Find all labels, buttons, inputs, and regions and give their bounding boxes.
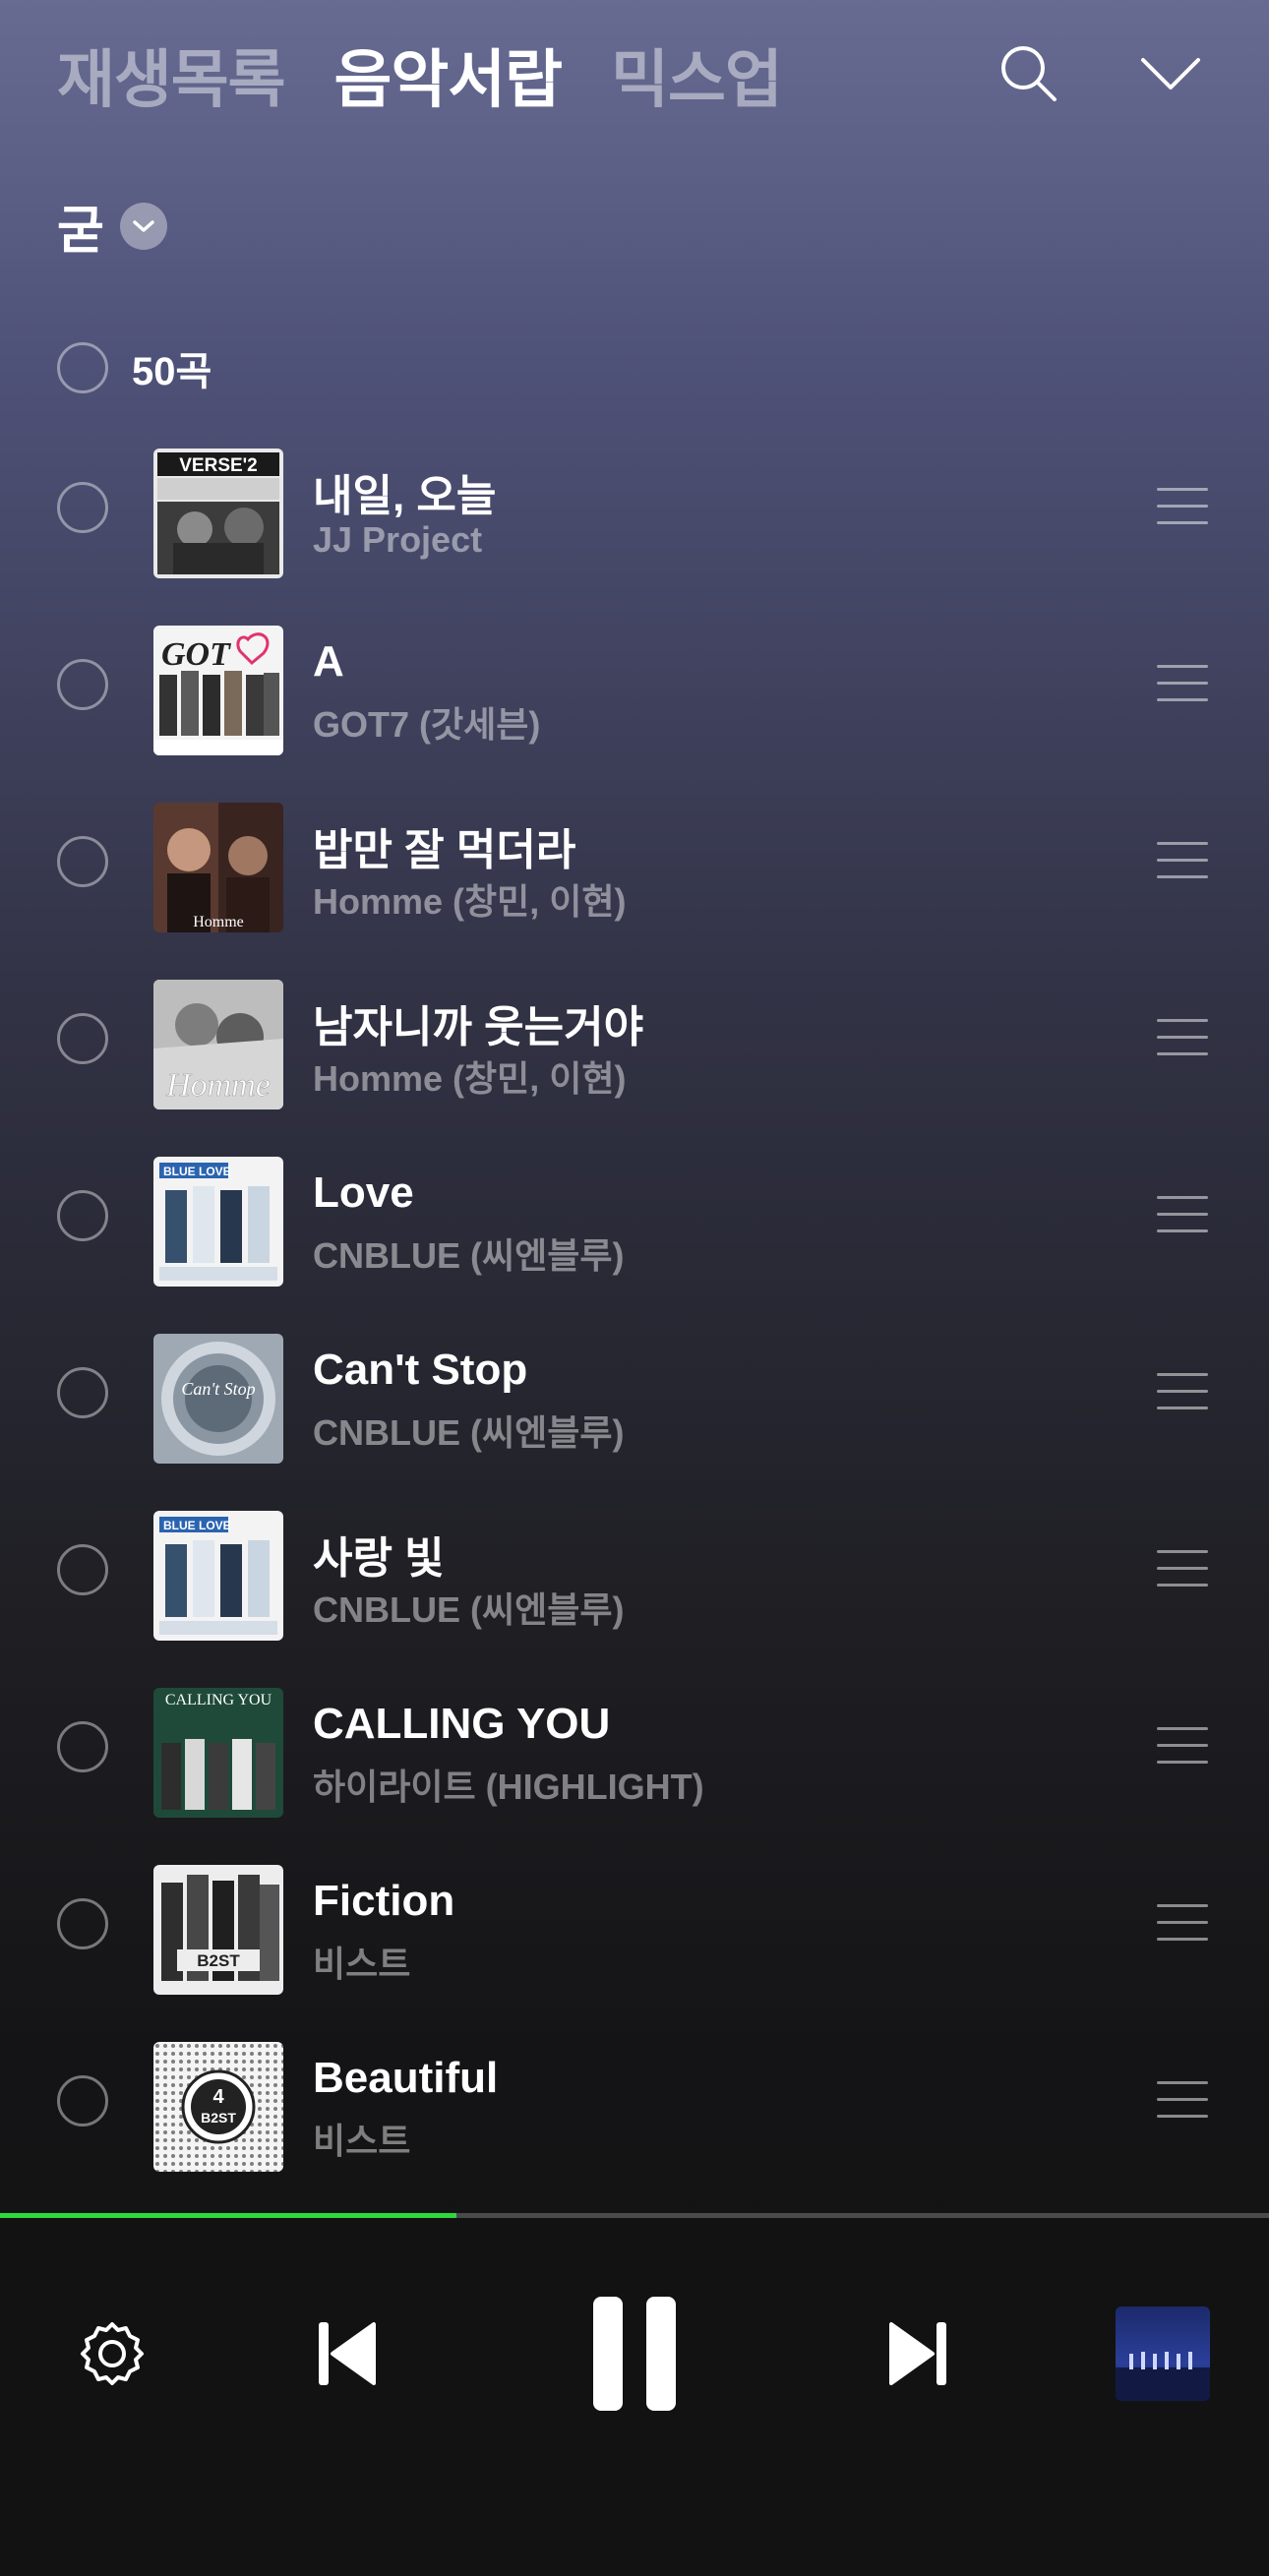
svg-text:VERSE'2: VERSE'2	[179, 455, 258, 476]
chevron-down-icon	[119, 202, 167, 250]
song-artist: 비스트	[313, 2121, 411, 2161]
svg-text:B2ST: B2ST	[201, 2110, 236, 2126]
song-row[interactable]: Can't Stop Can't Stop CNBLUE (씨엔블루)	[0, 1318, 1269, 1495]
drag-handle-icon[interactable]	[1157, 1373, 1208, 1414]
drag-handle-icon[interactable]	[1157, 2081, 1208, 2123]
song-artist: CNBLUE (씨엔블루)	[313, 1235, 625, 1276]
player-controls	[0, 2218, 1269, 2576]
chevron-down-icon	[1141, 58, 1200, 90]
song-checkbox[interactable]	[57, 1013, 108, 1064]
tab-music-drawer[interactable]: 음악서랍	[334, 30, 564, 120]
song-artist: 비스트	[313, 1944, 411, 1984]
collapse-button[interactable]	[1131, 34, 1210, 113]
drag-handle-icon[interactable]	[1157, 1019, 1208, 1060]
album-art: Homme	[153, 980, 283, 1109]
song-artist: JJ Project	[313, 519, 483, 560]
album-art: CALLING YOU	[153, 1688, 283, 1818]
drag-handle-icon[interactable]	[1157, 665, 1208, 706]
song-title: Fiction	[313, 1877, 455, 1925]
song-title: Beautiful	[313, 2054, 499, 2102]
svg-text:BLUE LOVE: BLUE LOVE	[163, 1519, 231, 1532]
song-artist: 하이라이트 (HIGHLIGHT)	[313, 1767, 704, 1807]
pause-icon	[593, 2297, 676, 2411]
select-all-row: 50곡	[57, 339, 212, 396]
song-row[interactable]: 4 B2ST Beautiful 비스트	[0, 2026, 1269, 2203]
song-checkbox[interactable]	[57, 659, 108, 710]
svg-text:4: 4	[212, 2086, 224, 2108]
song-artist: GOT7 (갓세븐)	[313, 704, 541, 745]
album-art: BLUE LOVE	[153, 1157, 283, 1287]
song-title: 남자니까 웃는거야	[313, 1003, 644, 1051]
svg-text:BLUE LOVE: BLUE LOVE	[163, 1165, 231, 1178]
album-art: Homme	[153, 803, 283, 932]
svg-text:GOT: GOT	[161, 636, 231, 673]
drag-handle-icon[interactable]	[1157, 1196, 1208, 1237]
song-artist: Homme (창민, 이현)	[313, 881, 627, 922]
song-checkbox[interactable]	[57, 1544, 108, 1595]
svg-text:B2ST: B2ST	[197, 1951, 240, 1970]
settings-button[interactable]	[71, 2312, 153, 2395]
album-art: VERSE'2	[153, 449, 283, 578]
select-all-checkbox[interactable]	[57, 342, 108, 393]
album-art: BLUE LOVE	[153, 1511, 283, 1641]
song-checkbox[interactable]	[57, 482, 108, 533]
song-row[interactable]: CALLING YOU CALLING YOU 하이라이트 (HIGHLIGHT…	[0, 1672, 1269, 1849]
search-icon	[1001, 46, 1057, 101]
song-row[interactable]: Homme 남자니까 웃는거야 Homme (창민, 이현)	[0, 964, 1269, 1141]
drag-handle-icon[interactable]	[1157, 1904, 1208, 1946]
drag-handle-icon[interactable]	[1157, 1550, 1208, 1591]
next-icon	[889, 2322, 946, 2385]
song-row[interactable]: Homme 밥만 잘 먹더라 Homme (창민, 이현)	[0, 787, 1269, 964]
song-title: A	[313, 637, 344, 686]
song-title: Can't Stop	[313, 1346, 528, 1394]
tab-mixup[interactable]: 믹스업	[611, 30, 783, 120]
filter-label: 굳	[57, 203, 104, 260]
tab-bar: 재생목록 음악서랍 믹스업	[57, 30, 783, 120]
now-playing-album-art[interactable]	[1116, 2306, 1210, 2401]
album-art: 4 B2ST	[153, 2042, 283, 2172]
song-artist: Homme (창민, 이현)	[313, 1058, 627, 1099]
song-artist: CNBLUE (씨엔블루)	[313, 1589, 625, 1630]
drag-handle-icon[interactable]	[1157, 842, 1208, 883]
song-title: Love	[313, 1168, 414, 1217]
svg-text:Can't Stop: Can't Stop	[181, 1379, 255, 1399]
previous-button[interactable]	[305, 2312, 388, 2395]
song-checkbox[interactable]	[57, 1190, 108, 1241]
album-art: B2ST	[153, 1865, 283, 1995]
drag-handle-icon[interactable]	[1157, 1727, 1208, 1768]
drag-handle-icon[interactable]	[1157, 488, 1208, 529]
song-checkbox[interactable]	[57, 1367, 108, 1418]
svg-text:Homme: Homme	[193, 914, 244, 930]
song-artist: CNBLUE (씨엔블루)	[313, 1412, 625, 1453]
pause-button[interactable]	[571, 2287, 698, 2421]
top-bar: 재생목록 음악서랍 믹스업	[0, 0, 1269, 148]
tab-playlist[interactable]: 재생목록	[57, 30, 286, 120]
song-row[interactable]: BLUE LOVE 사랑 빛 CNBLUE (씨엔블루)	[0, 1495, 1269, 1672]
previous-icon	[319, 2322, 376, 2385]
folder-filter-dropdown[interactable]: 굳	[57, 189, 167, 263]
album-art: Can't Stop	[153, 1334, 283, 1464]
song-title: 밥만 잘 먹더라	[313, 826, 576, 874]
next-button[interactable]	[877, 2312, 960, 2395]
song-checkbox[interactable]	[57, 1898, 108, 1949]
song-title: CALLING YOU	[313, 1700, 611, 1748]
song-checkbox[interactable]	[57, 836, 108, 887]
song-row[interactable]: B2ST Fiction 비스트	[0, 1849, 1269, 2026]
song-row[interactable]: BLUE LOVE Love CNBLUE (씨엔블루)	[0, 1141, 1269, 1318]
song-checkbox[interactable]	[57, 2075, 108, 2127]
search-button[interactable]	[990, 34, 1068, 113]
settings-icon	[81, 2322, 144, 2385]
song-title: 내일, 오늘	[313, 472, 497, 520]
song-row[interactable]: VERSE'2 내일, 오늘 JJ Project	[0, 433, 1269, 610]
song-checkbox[interactable]	[57, 1721, 108, 1772]
svg-text:Homme: Homme	[165, 1067, 271, 1104]
song-row[interactable]: GOT A GOT7 (갓세븐)	[0, 610, 1269, 787]
album-art: GOT	[153, 626, 283, 755]
song-title: 사랑 빛	[313, 1534, 445, 1583]
song-list: VERSE'2 내일, 오늘 JJ Project GOT A GOT7 (갓세…	[0, 433, 1269, 2203]
song-count: 50곡	[132, 350, 212, 393]
